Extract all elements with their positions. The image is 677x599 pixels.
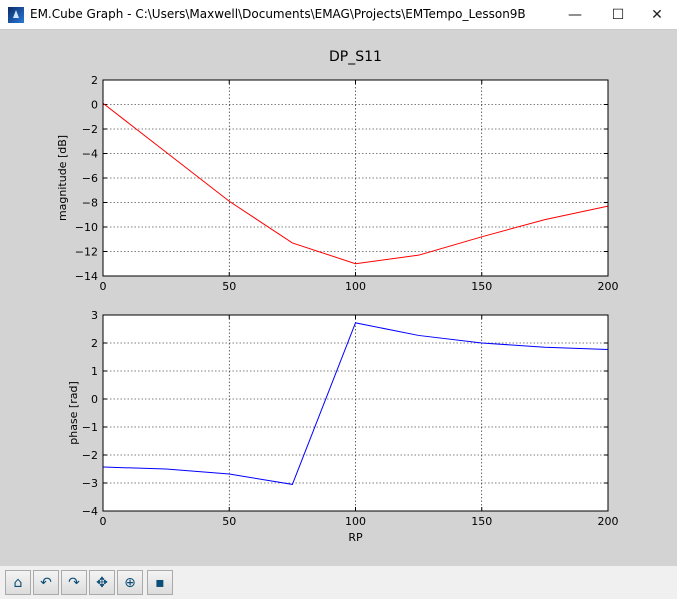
x-tick-label: 150	[471, 515, 492, 528]
forward-button[interactable]: ↷	[61, 570, 87, 595]
y-tick-label: 2	[91, 74, 98, 87]
y-tick-label: 1	[91, 365, 98, 378]
save-button[interactable]: ▪	[147, 570, 173, 595]
x-tick-label: 200	[598, 515, 619, 528]
zoom-button[interactable]: ⊕	[117, 570, 143, 595]
y-axis-label: phase [rad]	[67, 381, 80, 445]
x-tick-label: 150	[471, 280, 492, 293]
home-button[interactable]: ⌂	[5, 570, 31, 595]
x-axis-label: RP	[348, 531, 363, 544]
chart-title: DP_S11	[329, 49, 382, 65]
pan-button[interactable]: ✥	[89, 570, 115, 595]
y-tick-label: −14	[75, 270, 98, 283]
y-tick-label: −1	[82, 421, 98, 434]
y-tick-label: −2	[82, 123, 98, 136]
y-tick-label: −4	[82, 148, 98, 161]
y-tick-label: −12	[75, 246, 98, 259]
y-tick-label: −10	[75, 221, 98, 234]
x-tick-label: 100	[345, 515, 366, 528]
back-icon: ↶	[40, 574, 52, 591]
y-tick-label: −6	[82, 172, 98, 185]
maximize-button[interactable]: ☐	[601, 0, 635, 29]
y-tick-label: 0	[91, 99, 98, 112]
y-tick-label: −3	[82, 477, 98, 490]
pan-icon: ✥	[96, 574, 108, 591]
y-tick-label: −8	[82, 197, 98, 210]
zoom-icon: ⊕	[124, 574, 136, 591]
y-tick-label: −4	[82, 505, 98, 518]
y-tick-label: −2	[82, 449, 98, 462]
x-tick-label: 200	[598, 280, 619, 293]
save-icon: ▪	[155, 574, 165, 591]
figure-canvas[interactable]: 0 50 100 150 20020−2−4−6−8−10−12−14magnitude…	[0, 30, 677, 566]
x-tick-label: 0	[100, 515, 107, 528]
x-tick-label: 100	[345, 280, 366, 293]
home-icon: ⌂	[13, 574, 23, 591]
title-bar: EM.Cube Graph - C:\Users\Maxwell\Documen…	[0, 0, 677, 30]
x-tick-label: 50	[222, 280, 236, 293]
y-tick-label: 0	[91, 393, 98, 406]
x-tick-label: 0	[100, 280, 107, 293]
y-axis-label: magnitude [dB]	[56, 135, 69, 221]
back-button[interactable]: ↶	[33, 570, 59, 595]
navigation-toolbar: ⌂ ↶ ↷ ✥ ⊕ ▪	[0, 566, 677, 599]
x-tick-label: 50	[222, 515, 236, 528]
close-button[interactable]: ✕	[640, 0, 674, 29]
y-tick-label: 2	[91, 337, 98, 350]
app-icon	[8, 7, 24, 23]
forward-icon: ↷	[68, 574, 80, 591]
y-tick-label: 3	[91, 309, 98, 322]
minimize-button[interactable]: —	[558, 0, 592, 29]
window-title: EM.Cube Graph - C:\Users\Maxwell\Documen…	[30, 7, 526, 21]
